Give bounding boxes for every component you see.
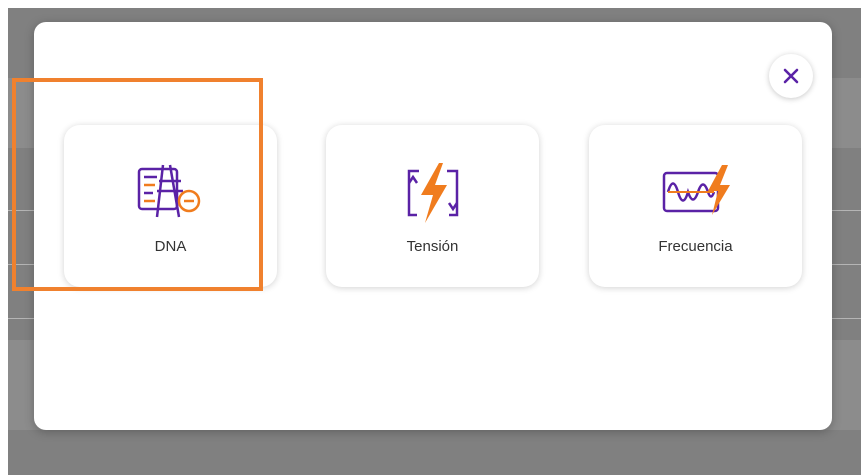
option-card-tension[interactable]: Tensión: [326, 125, 539, 287]
option-label: Frecuencia: [658, 238, 733, 255]
type-selection-modal: DNA Tensión Frecuencia: [34, 22, 832, 430]
option-card-frecuencia[interactable]: Frecuencia: [589, 125, 802, 287]
dna-document-icon: [137, 164, 200, 218]
option-label: Tensión: [406, 238, 459, 255]
close-icon: [783, 68, 799, 84]
frequency-wave-icon: [662, 165, 730, 215]
option-label: DNA: [154, 238, 187, 255]
close-button[interactable]: [769, 54, 813, 98]
option-card-dna[interactable]: DNA: [64, 125, 277, 287]
voltage-lightning-icon: [407, 163, 458, 223]
